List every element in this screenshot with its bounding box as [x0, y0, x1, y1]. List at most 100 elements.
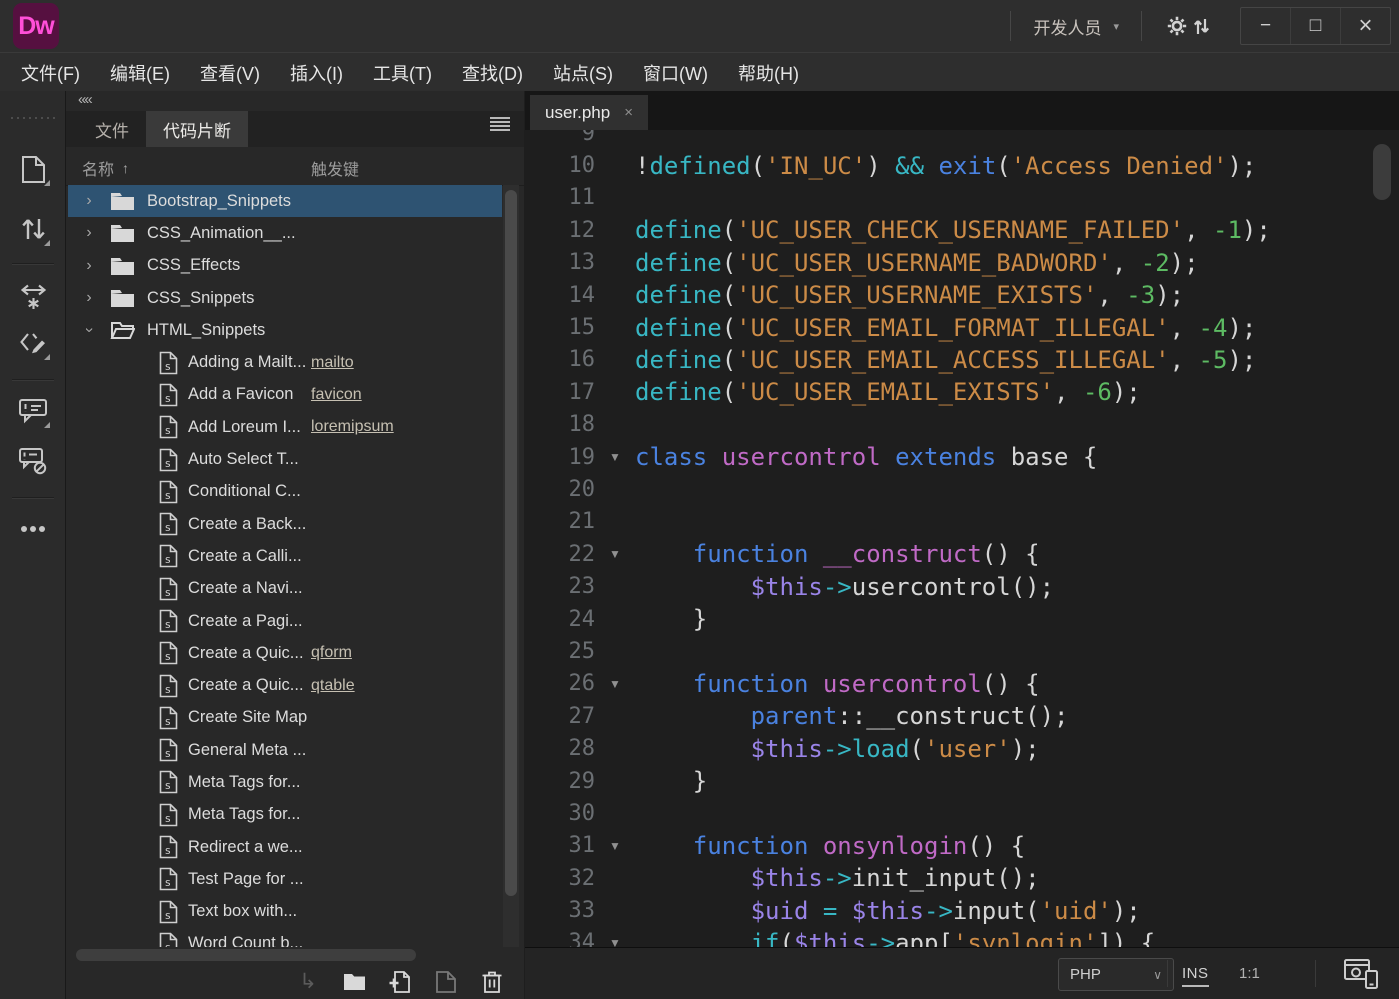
tree-item[interactable]: sText box with...	[68, 896, 502, 928]
chevron-right-icon[interactable]: ›	[81, 192, 97, 210]
edit-snippet-icon[interactable]	[434, 970, 458, 994]
close-button[interactable]: ×	[1340, 8, 1390, 44]
tree-item[interactable]: sCreate a Quic...qtable	[68, 669, 502, 701]
code-text: !defined('IN_UC') && exit('Access Denied…	[635, 152, 1256, 180]
panel-vertical-scrollbar[interactable]	[503, 185, 519, 947]
chevron-down-icon[interactable]: ›	[80, 322, 98, 338]
tree-item-label: Create a Quic...	[188, 676, 304, 695]
panel-menu-icon[interactable]	[490, 117, 510, 131]
tree-item[interactable]: sCreate a Back...	[68, 508, 502, 540]
maximize-button[interactable]: □	[1290, 8, 1340, 44]
new-file-icon[interactable]	[13, 149, 53, 189]
code-view[interactable]: 910!defined('IN_UC') && exit('Access Den…	[525, 130, 1399, 948]
sort-arrows-icon[interactable]	[13, 209, 53, 249]
tree-item[interactable]: sRedirect a we...	[68, 831, 502, 863]
tree-item[interactable]: sAuto Select T...	[68, 443, 502, 475]
snippet-file-icon: s	[159, 706, 178, 730]
tree-item[interactable]: sCreate a Pagi...	[68, 605, 502, 637]
fold-marker-icon[interactable]: ▼	[595, 450, 635, 464]
fold-marker-icon[interactable]: ▼	[595, 677, 635, 691]
code-line: 29 }	[525, 765, 1399, 797]
menu-file[interactable]: 文件(F)	[6, 60, 95, 86]
tree-item[interactable]: sCreate a Navi...	[68, 573, 502, 605]
line-number: 34	[525, 930, 595, 948]
tree-item[interactable]: sWord Count b...	[68, 928, 502, 947]
tree-item[interactable]: sGeneral Meta ...	[68, 734, 502, 766]
line-number: 14	[525, 283, 595, 308]
menu-site[interactable]: 站点(S)	[538, 60, 628, 86]
menu-help[interactable]: 帮助(H)	[723, 60, 814, 86]
new-folder-icon[interactable]	[342, 970, 366, 994]
code-line: 31▼ function onsynlogin() {	[525, 830, 1399, 862]
tab-snippets[interactable]: 代码片断	[146, 111, 248, 147]
menu-window[interactable]: 窗口(W)	[628, 60, 723, 86]
menu-insert[interactable]: 插入(I)	[275, 60, 358, 86]
menu-edit[interactable]: 编辑(E)	[95, 60, 185, 86]
sync-settings-button[interactable]	[1158, 13, 1218, 39]
tree-folder[interactable]: ›Bootstrap_Snippets	[68, 185, 502, 217]
svg-text:s: s	[165, 392, 172, 405]
collapse-panel-button[interactable]: ««	[78, 91, 91, 108]
tree-folder[interactable]: ›HTML_Snippets	[68, 314, 502, 346]
edit-tag-icon[interactable]	[13, 323, 53, 363]
fold-marker-icon[interactable]: ▼	[595, 839, 635, 853]
remove-comment-icon[interactable]	[13, 441, 53, 481]
panel-horizontal-scrollbar[interactable]	[74, 947, 498, 963]
delete-snippet-icon[interactable]	[480, 970, 504, 994]
scrollbar-thumb[interactable]	[76, 949, 416, 961]
fold-marker-icon[interactable]: ▼	[595, 547, 635, 561]
menu-tools[interactable]: 工具(T)	[358, 60, 447, 86]
folder-open-icon	[110, 320, 135, 340]
snippet-file-icon: s	[159, 770, 178, 794]
code-line: 23 $this->usercontrol();	[525, 570, 1399, 602]
svg-text:s: s	[165, 618, 172, 631]
svg-text:s: s	[165, 650, 172, 663]
tree-item[interactable]: sConditional C...	[68, 476, 502, 508]
menu-find[interactable]: 查找(D)	[447, 60, 538, 86]
wrap-tag-icon[interactable]	[13, 277, 53, 317]
tree-item[interactable]: sCreate Site Map	[68, 702, 502, 734]
column-trigger[interactable]: 触发键	[311, 156, 359, 180]
chevron-right-icon[interactable]: ›	[81, 289, 97, 307]
column-name[interactable]: 名称 ↑	[82, 156, 129, 180]
code-text: function __construct() {	[635, 540, 1040, 568]
minimize-button[interactable]: −	[1241, 8, 1290, 44]
preview-in-browser-icon[interactable]	[1343, 958, 1379, 990]
insert-mode-toggle[interactable]: INS	[1182, 965, 1209, 987]
tree-item[interactable]: sAdd Loreum I...loremipsum	[68, 411, 502, 443]
workspace-switcher[interactable]: 开发人员 ▾	[1027, 10, 1125, 43]
new-snippet-icon[interactable]	[388, 970, 412, 994]
comment-icon[interactable]	[13, 391, 53, 431]
language-label: PHP	[1070, 966, 1101, 983]
cursor-position: 1:1	[1239, 965, 1260, 982]
close-document-icon[interactable]: ×	[624, 104, 633, 121]
svg-text:s: s	[165, 424, 172, 437]
chevron-right-icon[interactable]: ›	[81, 224, 97, 242]
tree-item[interactable]: sMeta Tags for...	[68, 766, 502, 798]
editor-scrollbar-thumb[interactable]	[1373, 144, 1391, 200]
code-line: 21	[525, 506, 1399, 538]
document-tab[interactable]: user.php ×	[530, 95, 648, 130]
tree-item[interactable]: sCreate a Quic...qform	[68, 637, 502, 669]
tree-folder[interactable]: ›CSS_Snippets	[68, 282, 502, 314]
titlebar-separator	[1141, 11, 1142, 41]
line-number: 15	[525, 315, 595, 340]
insert-snippet-icon[interactable]: ↳	[296, 970, 320, 994]
tree-folder[interactable]: ›CSS_Effects	[68, 250, 502, 282]
menu-view[interactable]: 查看(V)	[185, 60, 275, 86]
snippet-file-icon: s	[159, 674, 178, 698]
tree-item[interactable]: sAdding a Mailt...mailto	[68, 346, 502, 378]
tree-folder[interactable]: ›CSS_Animation__...	[68, 217, 502, 249]
tree-item[interactable]: sMeta Tags for...	[68, 799, 502, 831]
scrollbar-thumb[interactable]	[505, 190, 517, 896]
tab-files[interactable]: 文件	[78, 111, 146, 147]
snippet-file-icon: s	[159, 544, 178, 568]
code-text: parent::__construct();	[635, 702, 1068, 730]
language-select[interactable]: PHP ∨	[1058, 958, 1174, 991]
more-options-icon[interactable]	[13, 509, 53, 549]
tree-item[interactable]: sCreate a Calli...	[68, 540, 502, 572]
tree-item[interactable]: sTest Page for ...	[68, 863, 502, 895]
snippets-panel: «« 文件 代码片断 名称 ↑ 触发键 ›Bootstrap_Snippets›…	[66, 91, 524, 999]
tree-item[interactable]: sAdd a Faviconfavicon	[68, 379, 502, 411]
chevron-right-icon[interactable]: ›	[81, 257, 97, 275]
